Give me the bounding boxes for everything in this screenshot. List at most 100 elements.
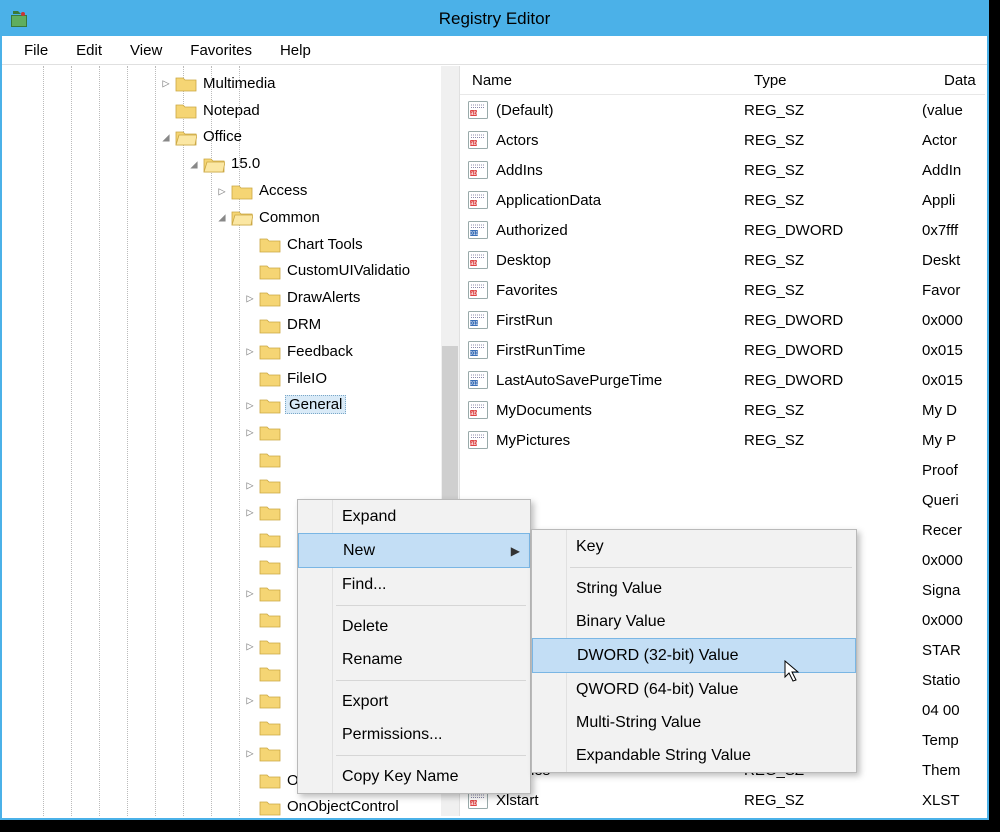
menu-item[interactable]: Copy Key Name [298, 760, 530, 793]
tree-label[interactable]: Notepad [201, 102, 262, 119]
list-row[interactable]: 011AuthorizedREG_DWORD0x7fff [460, 215, 985, 245]
expand-icon[interactable]: ▷ [243, 505, 257, 519]
menu-favorites[interactable]: Favorites [176, 40, 266, 61]
expand-icon[interactable]: ▷ [159, 76, 173, 90]
collapse-icon[interactable]: ◢ [215, 210, 229, 224]
tree-item[interactable]: ▷ General [4, 392, 441, 419]
list-row[interactable]: abApplicationDataREG_SZAppli [460, 185, 985, 215]
list-row[interactable]: abDesktopREG_SZDeskt [460, 245, 985, 275]
tree-label[interactable]: Feedback [285, 343, 355, 360]
value-name: FirstRunTime [496, 342, 744, 359]
menu-item[interactable]: Rename [298, 643, 530, 676]
menu-item[interactable]: Multi-String Value [532, 706, 856, 739]
tree-label[interactable]: Office [201, 128, 244, 145]
tree-item[interactable]: ◢ Office [4, 124, 441, 151]
menu-item[interactable]: Find... [298, 568, 530, 601]
menu-item[interactable]: Delete [298, 610, 530, 643]
expand-icon[interactable]: ▷ [243, 344, 257, 358]
menu-edit[interactable]: Edit [62, 40, 116, 61]
menu-item[interactable]: New▶ [298, 533, 530, 568]
tree-item[interactable]: CustomUIValidatio [4, 258, 441, 285]
menu-item[interactable]: Export [298, 685, 530, 718]
tree-label[interactable]: Common [257, 209, 322, 226]
column-data[interactable]: Data [932, 72, 985, 89]
menu-separator [336, 755, 526, 756]
tree-item[interactable]: ▷ [4, 472, 441, 499]
column-headers[interactable]: Name Type Data [460, 66, 985, 95]
folder-icon [259, 235, 281, 253]
list-row[interactable]: Queri [460, 485, 985, 515]
menu-view[interactable]: View [116, 40, 176, 61]
menu-file[interactable]: File [10, 40, 62, 61]
list-row[interactable]: 011FirstRunREG_DWORD0x000 [460, 305, 985, 335]
list-row[interactable]: abXlstartREG_SZXLST [460, 785, 985, 815]
expand-icon[interactable]: ▷ [243, 478, 257, 492]
tree-item[interactable]: ◢ Common [4, 204, 441, 231]
menu-item[interactable]: Expandable String Value [532, 739, 856, 772]
tree-label[interactable]: Chart Tools [285, 236, 365, 253]
tree-item[interactable]: ▷ [4, 418, 441, 445]
list-row[interactable]: 011FirstRunTimeREG_DWORD0x015 [460, 335, 985, 365]
list-row[interactable]: abMyDocumentsREG_SZMy D [460, 395, 985, 425]
column-name[interactable]: Name [460, 72, 742, 89]
expand-icon[interactable]: ▷ [243, 398, 257, 412]
menu-item[interactable]: QWORD (64-bit) Value [532, 673, 856, 706]
value-type: REG_SZ [744, 102, 922, 119]
folder-icon [259, 369, 281, 387]
list-row[interactable]: abMyPicturesREG_SZMy P [460, 425, 985, 455]
expand-icon[interactable]: ▷ [243, 693, 257, 707]
tree-item[interactable]: ▷ Access [4, 177, 441, 204]
tree-item[interactable]: Notepad [4, 97, 441, 124]
menu-item[interactable]: String Value [532, 572, 856, 605]
expand-icon[interactable]: ▷ [243, 639, 257, 653]
value-data: Favor [922, 282, 985, 299]
value-type: REG_SZ [744, 252, 922, 269]
tree-label[interactable]: Access [257, 182, 309, 199]
column-type[interactable]: Type [742, 72, 932, 89]
list-row[interactable]: abActorsREG_SZActor [460, 125, 985, 155]
tree-label[interactable]: DrawAlerts [285, 289, 362, 306]
list-row[interactable]: 011LastAutoSavePurgeTimeREG_DWORD0x015 [460, 365, 985, 395]
list-row[interactable]: abAddInsREG_SZAddIn [460, 155, 985, 185]
menu-help[interactable]: Help [266, 40, 325, 61]
menu-item[interactable]: DWORD (32-bit) Value [532, 638, 856, 673]
tree-item[interactable]: Chart Tools [4, 231, 441, 258]
folder-icon [259, 503, 281, 521]
folder-icon [203, 155, 225, 173]
tree-label[interactable]: FileIO [285, 370, 329, 387]
blank [468, 461, 490, 479]
tree-label[interactable]: General [285, 395, 346, 414]
value-data: My D [922, 402, 985, 419]
expand-icon[interactable]: ▷ [243, 291, 257, 305]
menu-item[interactable]: Key [532, 530, 856, 563]
tree-item[interactable] [4, 445, 441, 472]
tree-label[interactable]: OnObjectControl [285, 798, 401, 815]
tree-item[interactable]: OnObjectControl [4, 794, 441, 816]
expand-icon[interactable]: ▷ [243, 586, 257, 600]
tree-item[interactable]: ▷ Feedback [4, 338, 441, 365]
tree-label[interactable]: Multimedia [201, 75, 278, 92]
expand-icon[interactable]: ▷ [243, 425, 257, 439]
expand-icon[interactable]: ▷ [215, 184, 229, 198]
tree-label[interactable]: CustomUIValidatio [285, 262, 412, 279]
menu-item[interactable]: Permissions... [298, 718, 530, 751]
tree-item[interactable]: ▷ Multimedia [4, 70, 441, 97]
collapse-icon[interactable]: ◢ [159, 130, 173, 144]
value-type: REG_SZ [744, 432, 922, 449]
collapse-icon[interactable]: ◢ [187, 157, 201, 171]
scrollbar-thumb[interactable] [442, 346, 458, 516]
reg-dword-icon: 011 [468, 341, 490, 359]
list-row[interactable]: ab(Default)REG_SZ(value [460, 95, 985, 125]
tree-item[interactable]: FileIO [4, 365, 441, 392]
expand-icon[interactable]: ▷ [243, 746, 257, 760]
list-row[interactable]: abFavoritesREG_SZFavor [460, 275, 985, 305]
tree-item[interactable]: DRM [4, 311, 441, 338]
menu-item[interactable]: Binary Value [532, 605, 856, 638]
tree-item[interactable]: ◢ 15.0 [4, 150, 441, 177]
tree-label[interactable]: DRM [285, 316, 323, 333]
list-row[interactable]: Proof [460, 455, 985, 485]
titlebar[interactable]: Registry Editor [2, 2, 987, 36]
menu-item[interactable]: Expand [298, 500, 530, 533]
tree-label[interactable]: 15.0 [229, 155, 262, 172]
tree-item[interactable]: ▷ DrawAlerts [4, 284, 441, 311]
